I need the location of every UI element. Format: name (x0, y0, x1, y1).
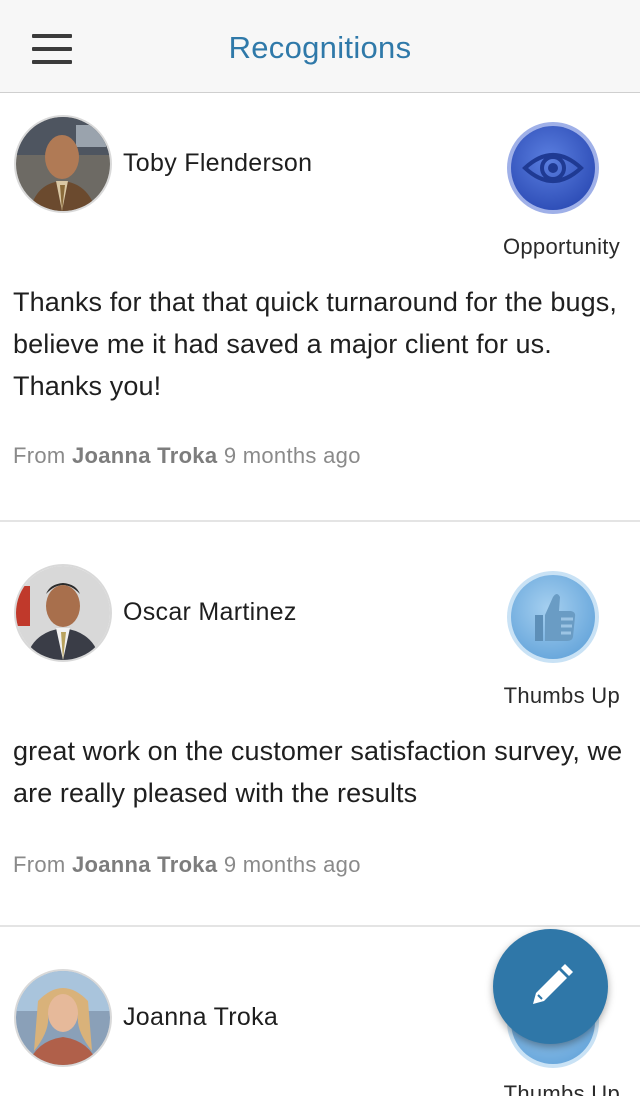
timestamp: 9 months ago (223, 852, 361, 877)
pencil-icon (533, 964, 573, 1004)
sender-name[interactable]: Joanna Troka (72, 443, 217, 468)
recognition-card[interactable]: Oscar Martinez Thumbs Up great work on t… (0, 522, 640, 927)
recognition-card[interactable]: Toby Flenderson Opportunity Thanks for t… (0, 93, 640, 522)
recognition-message: Thanks for that that quick turnaround fo… (13, 287, 617, 401)
badge-label: Thumbs Up (503, 1081, 620, 1096)
recipient-name[interactable]: Oscar Martinez (123, 598, 297, 627)
sender-name[interactable]: Joanna Troka (72, 852, 217, 877)
recipient-name[interactable]: Toby Flenderson (123, 149, 312, 178)
thumbs-up-icon (505, 569, 601, 665)
recognition-meta: From Joanna Troka 9 months ago (13, 443, 361, 469)
compose-recognition-button[interactable] (493, 929, 608, 1044)
avatar[interactable] (14, 115, 112, 213)
avatar[interactable] (14, 969, 112, 1067)
badge-label: Opportunity (502, 234, 620, 259)
eye-icon (505, 120, 601, 216)
recipient-name[interactable]: Joanna Troka (123, 1003, 278, 1032)
from-prefix: From (13, 852, 66, 877)
top-app-bar: Recognitions (0, 0, 640, 93)
recognition-message: great work on the customer satisfaction … (13, 736, 623, 808)
badge-label: Thumbs Up (503, 683, 620, 708)
page-title: Recognitions (228, 30, 412, 65)
from-prefix: From (13, 443, 66, 468)
timestamp: 9 months ago (223, 443, 361, 468)
avatar[interactable] (14, 564, 112, 662)
recognition-meta: From Joanna Troka 9 months ago (13, 852, 361, 878)
recognitions-screen: Recognitions Toby Flenderson Opportunity… (0, 0, 640, 1096)
